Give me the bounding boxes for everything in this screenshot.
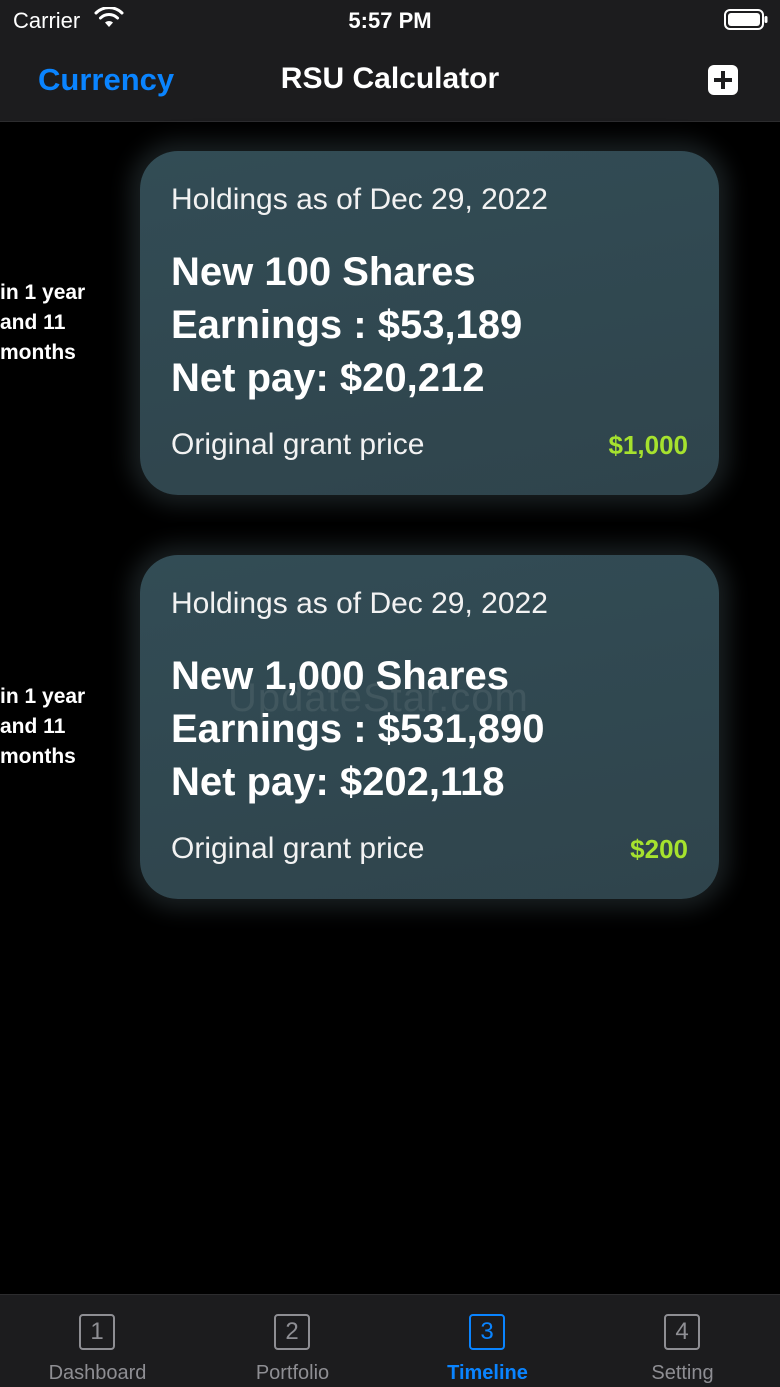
timeline-entry: in 1 year and 11 months Holdings as of D… — [0, 151, 780, 495]
watermark: UpdateStar.com — [228, 676, 529, 720]
grant-price-label: Original grant price — [171, 428, 425, 461]
timeline-entry: in 1 year and 11 months Holdings as of D… — [0, 555, 780, 899]
status-time: 5:57 PM — [348, 8, 432, 33]
number-1-square-icon: 1 — [79, 1314, 115, 1350]
number-3-square-icon: 3 — [469, 1314, 505, 1350]
tab-timeline[interactable]: 3 Timeline — [390, 1295, 585, 1387]
tab-portfolio[interactable]: 2 Portfolio — [195, 1295, 390, 1387]
tab-label: Timeline — [447, 1362, 528, 1384]
holding-card[interactable]: Holdings as of Dec 29, 2022 New 100 Shar… — [140, 151, 719, 495]
tab-setting[interactable]: 4 Setting — [585, 1295, 780, 1387]
holdings-date: Holdings as of Dec 29, 2022 — [171, 587, 548, 620]
vesting-time-label: in 1 year and 11 months — [0, 685, 86, 768]
card-headline: New 100 Shares Earnings : $53,189 Net pa… — [171, 246, 522, 405]
net-pay-value: Net pay: $20,212 — [171, 356, 485, 400]
card-headline: New 1,000 Shares Earnings : $531,890 Net… — [171, 650, 545, 809]
grant-price-value: $200 — [630, 834, 688, 864]
holdings-date: Holdings as of Dec 29, 2022 — [171, 183, 548, 216]
nav-bar: Currency RSU Calculator — [0, 40, 780, 122]
battery-icon — [724, 9, 768, 30]
plus-square-icon[interactable] — [708, 65, 738, 95]
timeline-list[interactable]: in 1 year and 11 months Holdings as of D… — [0, 122, 780, 1294]
vesting-time-label: in 1 year and 11 months — [0, 281, 86, 364]
tab-label: Portfolio — [255, 1362, 330, 1384]
net-pay-value: Net pay: $202,118 — [171, 760, 505, 804]
holding-card[interactable]: Holdings as of Dec 29, 2022 New 1,000 Sh… — [140, 555, 719, 899]
number-4-square-icon: 4 — [664, 1314, 700, 1350]
tab-bar: 1 Dashboard 2 Portfolio 3 Timeline 4 Set… — [0, 1294, 780, 1387]
earnings-value: Earnings : $53,189 — [171, 303, 523, 347]
grant-price-value: $1,000 — [608, 430, 688, 460]
tab-label: Dashboard — [48, 1362, 147, 1384]
shares-count: New 100 Shares — [171, 250, 476, 294]
status-bar: Carrier 5:57 PM — [0, 0, 780, 40]
grant-price-label: Original grant price — [171, 832, 425, 865]
number-2-square-icon: 2 — [274, 1314, 310, 1350]
tab-label: Setting — [651, 1362, 714, 1384]
page-title: RSU Calculator — [280, 62, 500, 95]
tab-dashboard[interactable]: 1 Dashboard — [0, 1295, 195, 1387]
